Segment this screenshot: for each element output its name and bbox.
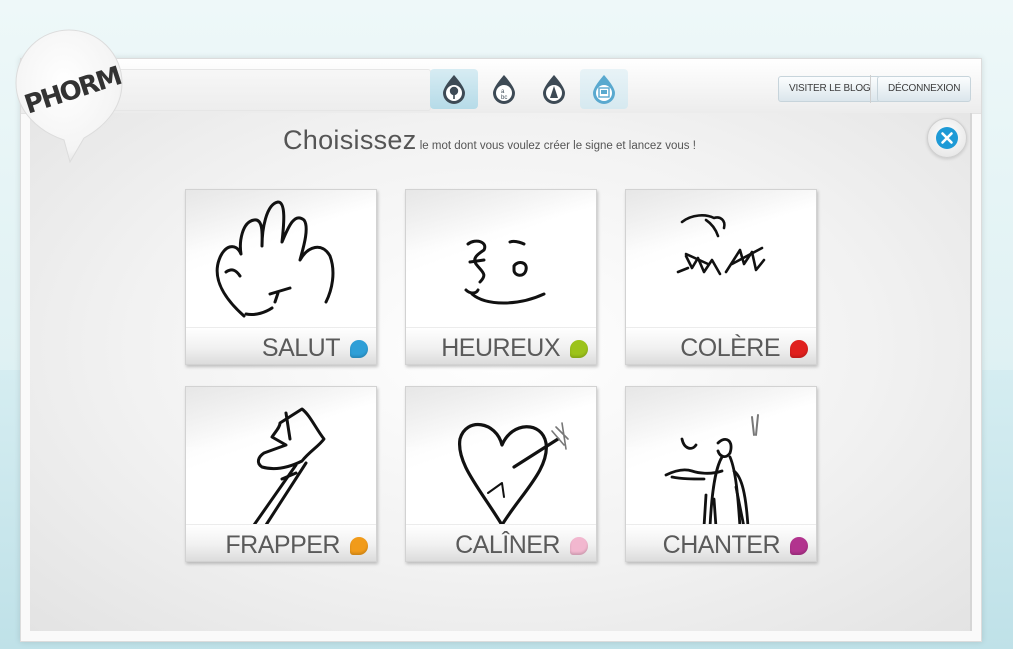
tool-tree-button[interactable] — [430, 69, 478, 109]
card-label: CALÎNER — [455, 531, 560, 559]
card-footer: CALÎNER — [406, 524, 596, 561]
card-footer: HEUREUX — [406, 327, 596, 364]
card-footer: SALUT — [186, 327, 376, 364]
heart-drawing — [457, 422, 569, 527]
word-card-salut[interactable]: SALUT — [185, 189, 377, 365]
word-card-colere[interactable]: COLÈRE — [625, 189, 817, 365]
color-dot-icon — [790, 340, 808, 358]
word-card-frapper[interactable]: FRAPPER — [185, 386, 377, 562]
card-label: COLÈRE — [680, 334, 780, 362]
logout-button[interactable]: DÉCONNEXION — [877, 76, 972, 102]
happy-face-drawing — [464, 239, 546, 305]
card-label: CHANTER — [662, 531, 781, 559]
tree-icon — [443, 75, 465, 104]
word-card-chanter[interactable]: CHANTER — [625, 386, 817, 562]
card-label: HEUREUX — [441, 334, 560, 362]
word-card-heureux[interactable]: HEUREUX — [405, 189, 597, 365]
card-footer: FRAPPER — [186, 524, 376, 561]
color-dot-icon — [570, 537, 588, 555]
close-icon — [936, 127, 958, 149]
alphabet-icon: a bc — [493, 75, 515, 104]
card-label: SALUT — [261, 334, 341, 362]
tool-alphabet-button[interactable]: a bc — [480, 69, 528, 109]
page-heading: Choisissez le mot dont vous voulez créer… — [283, 125, 696, 156]
svg-text:bc: bc — [501, 95, 507, 101]
heading-subtitle: le mot dont vous voulez créer le signe e… — [416, 140, 696, 152]
card-label: FRAPPER — [225, 531, 340, 559]
singing-figure-drawing — [664, 414, 759, 527]
hit-drawing — [252, 407, 326, 527]
color-dot-icon — [790, 537, 808, 555]
panel-edge — [970, 113, 972, 631]
word-card-caliner[interactable]: CALÎNER — [405, 386, 597, 562]
tool-draw-button[interactable] — [530, 69, 578, 109]
close-button[interactable] — [927, 118, 967, 158]
heading-title: Choisissez — [283, 125, 417, 155]
toolbar-divider — [870, 75, 871, 103]
angry-face-drawing — [676, 214, 766, 276]
hand-wave-drawing — [215, 200, 335, 318]
tool-gallery-button[interactable] — [580, 69, 628, 109]
app-window: a bc VISITER LE BLOG DÉCONNEXION Choisis… — [20, 58, 982, 642]
phorm-logo[interactable]: PHORM — [14, 28, 124, 168]
toolbar-track — [111, 69, 431, 111]
color-dot-icon — [350, 340, 368, 358]
card-footer: COLÈRE — [626, 327, 816, 364]
draw-icon — [543, 75, 565, 104]
top-toolbar: a bc VISITER LE BLOG DÉCONNEXION — [21, 59, 981, 114]
gallery-icon — [593, 75, 615, 104]
card-footer: CHANTER — [626, 524, 816, 561]
visit-blog-button[interactable]: VISITER LE BLOG — [778, 76, 882, 102]
content-panel: Choisissez le mot dont vous voulez créer… — [30, 113, 972, 631]
color-dot-icon — [570, 340, 588, 358]
color-dot-icon — [350, 537, 368, 555]
